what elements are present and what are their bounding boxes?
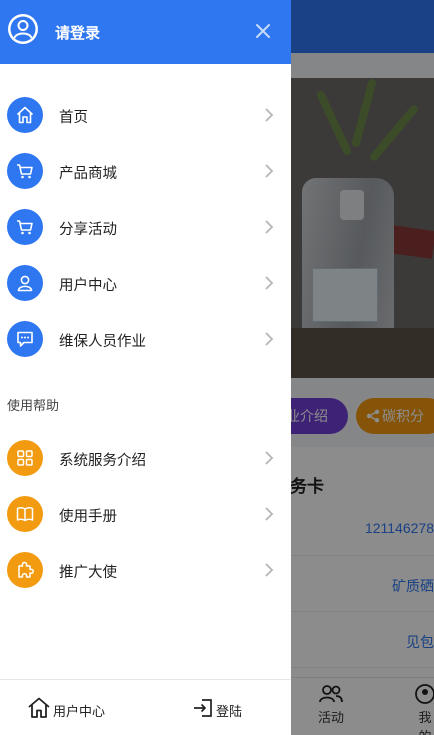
footer-user-center-button[interactable]: 用户中心	[27, 696, 117, 720]
home-icon	[16, 106, 34, 124]
menu-item-label: 产品商城	[59, 166, 117, 182]
side-drawer: 请登录 首页 产品商城 分享活动 用户中心 维保人员作业 使用帮助 系统服务介绍…	[0, 0, 291, 735]
section-label-help: 使用帮助	[7, 398, 60, 413]
grid-icon	[17, 450, 33, 466]
drawer-footer: 用户中心 登陆	[0, 679, 291, 735]
footer-login-button[interactable]: 登陆	[192, 696, 252, 720]
book-icon	[16, 507, 34, 522]
menu-icon-badge	[7, 440, 43, 476]
user-icon	[17, 275, 33, 292]
avatar-icon[interactable]	[7, 13, 39, 45]
chevron-right-icon	[265, 164, 274, 178]
menu-item-user-manual[interactable]: 使用手册	[0, 486, 291, 542]
cart-icon	[17, 164, 33, 179]
menu-item-label: 首页	[59, 110, 88, 126]
close-icon[interactable]	[254, 22, 272, 40]
menu-item-label: 推广大使	[59, 565, 117, 581]
footer-login-label: 登陆	[216, 704, 243, 719]
menu-icon-badge	[7, 321, 43, 357]
menu-item-label: 使用手册	[59, 509, 117, 525]
chevron-right-icon	[265, 451, 274, 465]
menu-item-label: 分享活动	[59, 222, 117, 238]
menu-icon-badge	[7, 496, 43, 532]
menu-item-maintenance-work[interactable]: 维保人员作业	[0, 311, 291, 367]
home-outline-icon	[28, 697, 50, 718]
chevron-right-icon	[265, 563, 274, 577]
chevron-right-icon	[265, 108, 274, 122]
menu-icon-badge	[7, 209, 43, 245]
menu-item-home[interactable]: 首页	[0, 87, 291, 143]
drawer-header: 请登录	[0, 0, 291, 64]
footer-user-center-label: 用户中心	[53, 704, 106, 719]
menu-item-share-activity[interactable]: 分享活动	[0, 199, 291, 255]
menu-item-label: 系统服务介绍	[59, 453, 146, 469]
login-prompt[interactable]: 请登录	[55, 22, 100, 43]
chevron-right-icon	[265, 507, 274, 521]
menu-icon-badge	[7, 552, 43, 588]
cart-icon	[17, 220, 33, 235]
menu-item-product-mall[interactable]: 产品商城	[0, 143, 291, 199]
menu-item-user-center[interactable]: 用户中心	[0, 255, 291, 311]
menu-icon-badge	[7, 153, 43, 189]
menu-item-label: 用户中心	[59, 278, 117, 294]
chevron-right-icon	[265, 220, 274, 234]
chat-icon	[17, 331, 33, 347]
login-icon	[194, 699, 212, 717]
chevron-right-icon	[265, 332, 274, 346]
menu-icon-badge	[7, 265, 43, 301]
menu-item-ambassador[interactable]: 推广大使	[0, 542, 291, 598]
puzzle-icon	[18, 561, 34, 578]
menu-icon-badge	[7, 97, 43, 133]
menu-item-system-intro[interactable]: 系统服务介绍	[0, 430, 291, 486]
menu-item-label: 维保人员作业	[59, 334, 146, 350]
chevron-right-icon	[265, 276, 274, 290]
